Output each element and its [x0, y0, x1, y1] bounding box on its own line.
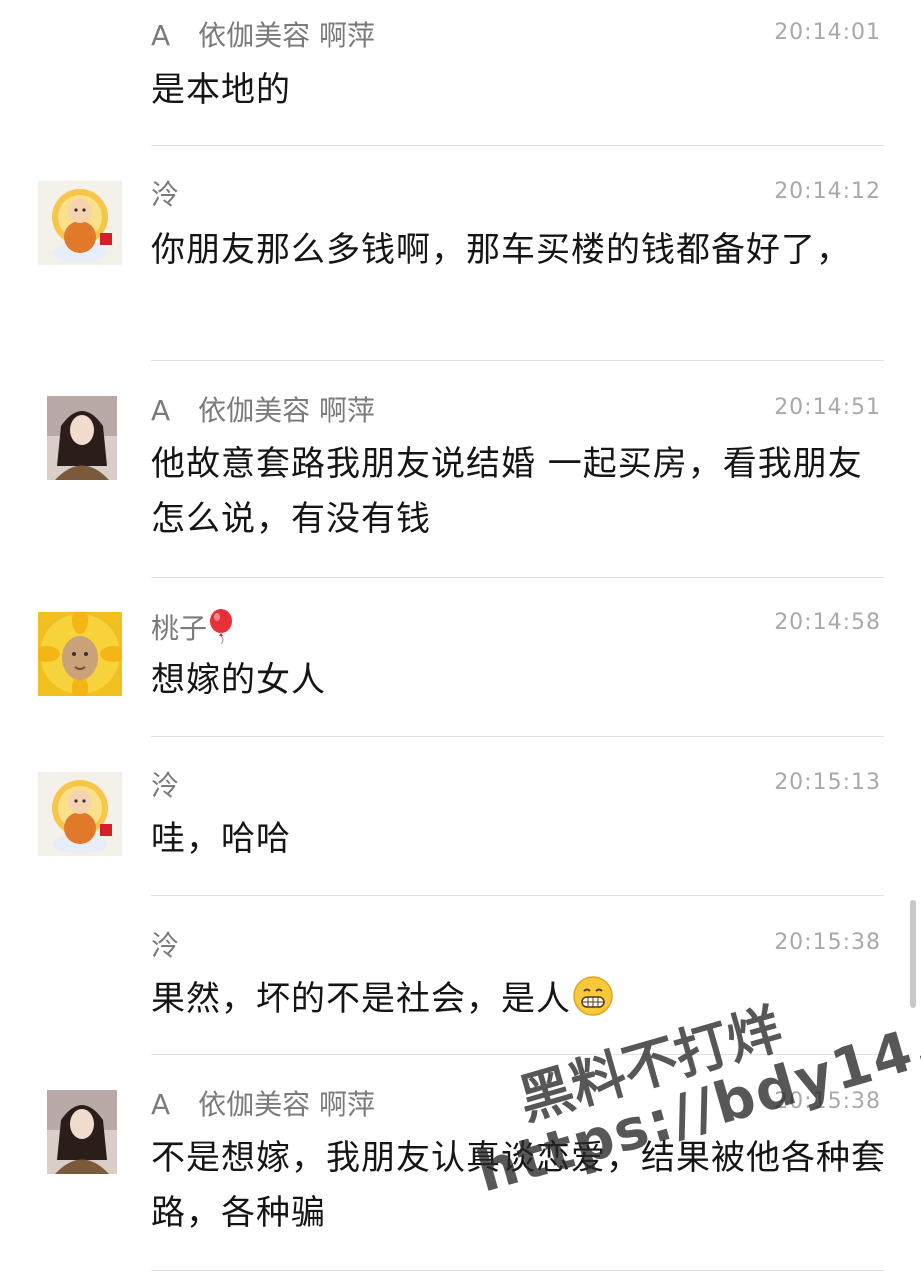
sender-name[interactable]: 泠	[151, 928, 179, 964]
message-time: 20:15:13	[774, 770, 881, 795]
girl-avatar[interactable]	[47, 1090, 117, 1174]
sender-name[interactable]: A 依伽美容 啊萍	[151, 393, 375, 429]
message-text: 他故意套路我朋友说结婚 一起买房，看我朋友怎么说，有没有钱	[151, 444, 863, 539]
message-text: 不是想嫁，我朋友认真谈恋爱，结果被他各种套路，各种骗	[151, 1138, 886, 1233]
divider	[151, 577, 884, 578]
grin-emoji-icon	[573, 976, 613, 1016]
message-text-body: 果然，坏的不是社会，是人	[151, 979, 571, 1019]
sender-name[interactable]: 桃子	[151, 608, 235, 647]
message-time: 20:14:51	[774, 395, 881, 420]
sender-name-label: 桃子	[151, 612, 208, 645]
message-time: 20:14:58	[774, 610, 881, 635]
sender-name[interactable]: A 依伽美容 啊萍	[151, 18, 375, 54]
message-time: 20:14:01	[774, 20, 881, 45]
divider	[151, 1054, 884, 1055]
girl-avatar[interactable]	[47, 396, 117, 480]
sender-name[interactable]: 泠	[151, 177, 179, 213]
balloon-icon	[207, 608, 235, 645]
divider	[151, 145, 884, 146]
divider	[151, 1270, 884, 1271]
buddha-avatar[interactable]	[38, 772, 122, 856]
divider	[151, 360, 884, 361]
message-text: 哇，哈哈	[151, 819, 291, 859]
message-time: 20:15:38	[774, 1089, 881, 1114]
scrollbar[interactable]	[910, 900, 916, 1008]
message-text: 你朋友那么多钱啊，那车买楼的钱都备好了，	[151, 230, 851, 270]
sunflower-avatar[interactable]	[38, 612, 122, 696]
message-time: 20:14:12	[774, 179, 881, 204]
buddha-avatar[interactable]	[38, 181, 122, 265]
message-text: 是本地的	[151, 70, 291, 110]
message-time: 20:15:38	[774, 930, 881, 955]
divider	[151, 736, 884, 737]
message-text: 想嫁的女人	[151, 660, 326, 700]
sender-name[interactable]: A 依伽美容 啊萍	[151, 1087, 375, 1123]
message-text: 果然，坏的不是社会，是人	[151, 972, 886, 1027]
sender-name[interactable]: 泠	[151, 768, 179, 804]
divider	[151, 895, 884, 896]
